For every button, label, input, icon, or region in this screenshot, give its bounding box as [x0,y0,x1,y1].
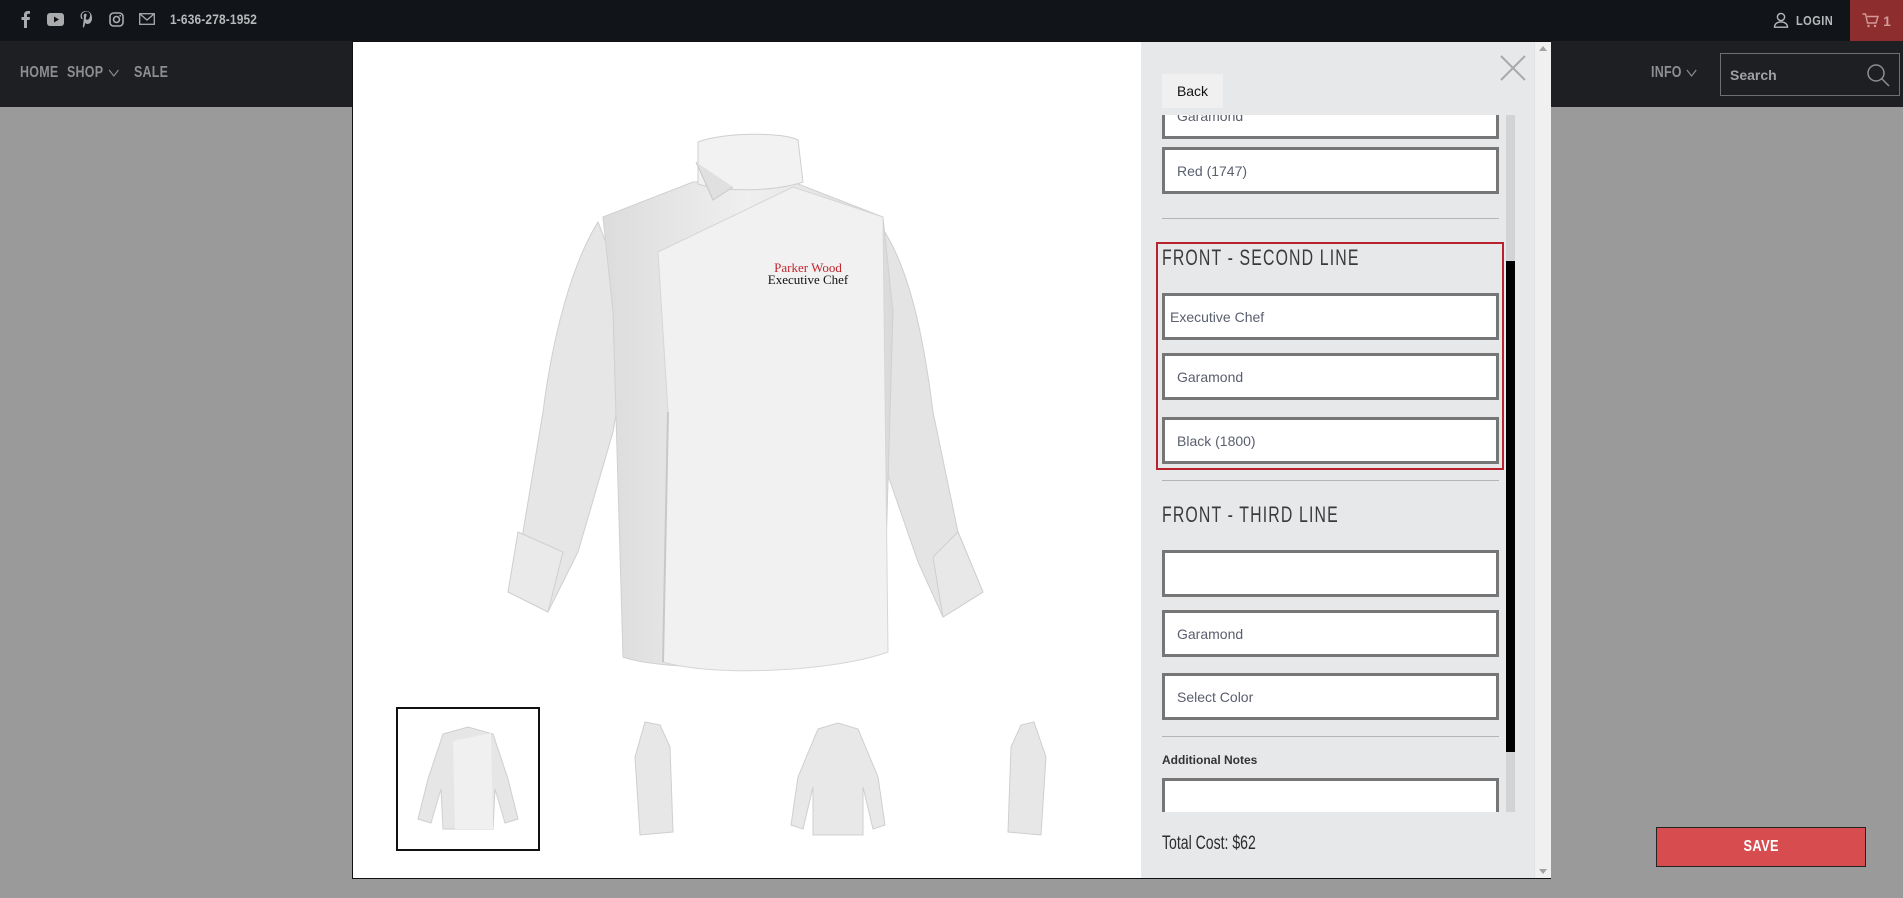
additional-notes-textarea[interactable] [1162,778,1499,812]
pinterest-icon[interactable] [76,9,96,29]
search-box [1720,53,1900,96]
product-customizer-modal: Parker Wood Executive Chef Back Garamond… [352,41,1866,879]
additional-notes-label: Additional Notes [1162,753,1258,767]
chef-jacket-image: Parker Wood Executive Chef [507,133,984,672]
thumbnail-image [790,721,886,835]
product-gallery: Parker Wood Executive Chef [353,42,1141,878]
first-line-font-select[interactable]: Garamond [1162,115,1499,139]
second-line-color-select[interactable]: Black (1800) [1162,417,1499,464]
back-button[interactable]: Back [1162,74,1223,108]
email-icon[interactable] [137,9,157,29]
divider [1162,480,1499,481]
user-icon [1773,12,1789,28]
thumbnail-image [1007,720,1047,836]
thumbnail-back[interactable] [766,707,910,851]
section-title-third-line: FRONT - THIRD LINE [1162,502,1339,527]
second-line-text-input[interactable] [1162,293,1499,340]
thumbnail-side-right[interactable] [954,707,1098,851]
options-scrollbar-thumb[interactable] [1506,261,1515,752]
thumbnail-image [417,726,519,830]
thumbnail-image [634,720,674,836]
facebook-icon[interactable] [15,9,35,29]
top-bar: 1-636-278-1952 LOGIN 1 [0,0,1903,41]
options-scroll-area: Garamond Red (1747) FRONT - SECOND LINE … [1141,115,1533,812]
search-icon[interactable] [1865,62,1891,88]
options-scrollbar[interactable] [1506,115,1515,812]
chevron-down-icon [1686,69,1697,77]
nav-shop[interactable]: SHOP [67,64,119,82]
thumbnail-side-left[interactable] [583,707,727,851]
phone-number[interactable]: 1-636-278-1952 [170,11,257,27]
chevron-down-icon [108,69,119,77]
scroll-down-arrow-icon[interactable] [1539,869,1547,874]
search-input[interactable] [1730,64,1860,86]
third-line-text-input[interactable] [1162,550,1499,597]
nav-sale-label: SALE [134,64,169,81]
product-main-image[interactable]: Parker Wood Executive Chef [463,112,1023,692]
divider [1162,736,1499,737]
nav-home-label: HOME [20,64,59,81]
third-line-font-select[interactable]: Garamond [1162,610,1499,657]
login-link[interactable]: LOGIN [1773,9,1840,31]
instagram-icon[interactable] [106,9,126,29]
first-line-color-select[interactable]: Red (1747) [1162,147,1499,194]
embroidery-line-2: Executive Chef [768,272,849,287]
divider [1162,218,1499,219]
second-line-font-select[interactable]: Garamond [1162,353,1499,400]
nav-home[interactable]: HOME [20,64,58,82]
nav-info[interactable]: INFO [1651,64,1697,82]
section-title-second-line: FRONT - SECOND LINE [1162,245,1360,270]
nav-shop-label: SHOP [67,64,104,81]
cart-button[interactable]: 1 [1850,0,1903,41]
nav-sale[interactable]: SALE [134,64,168,82]
save-label: SAVE [1743,838,1779,855]
total-cost: Total Cost: $62 [1162,833,1256,854]
close-icon[interactable] [1498,53,1528,83]
modal-scrollbar[interactable] [1534,42,1551,878]
nav-info-label: INFO [1651,64,1682,81]
customization-panel: Back Garamond Red (1747) FRONT - SECOND … [1141,42,1866,878]
cart-count: 1 [1883,12,1891,29]
thumbnail-front[interactable] [396,707,540,851]
login-label: LOGIN [1796,12,1834,28]
third-line-color-select[interactable]: Select Color [1162,673,1499,720]
save-button[interactable]: SAVE [1656,827,1866,867]
scroll-up-arrow-icon[interactable] [1539,46,1547,51]
cart-icon [1862,13,1880,28]
youtube-icon[interactable] [45,9,65,29]
